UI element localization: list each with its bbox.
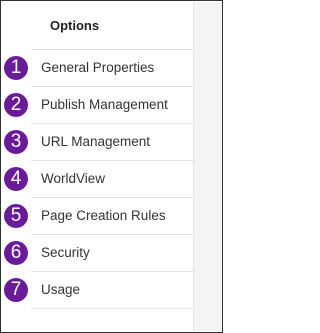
step-badge: 4 bbox=[4, 167, 28, 191]
step-badge: 2 bbox=[4, 93, 28, 117]
menu-item-label: Page Creation Rules bbox=[41, 208, 166, 223]
menu-item-page-creation-rules[interactable]: Page Creation Rules bbox=[31, 198, 193, 235]
menu-item-url-management[interactable]: URL Management bbox=[31, 124, 193, 161]
menu-item-label: URL Management bbox=[41, 134, 151, 149]
options-window: Options General Properties Publish Manag… bbox=[0, 0, 223, 333]
menu-item-usage[interactable]: Usage bbox=[31, 272, 193, 309]
menu-item-label: WorldView bbox=[41, 171, 106, 186]
options-header: Options bbox=[31, 2, 193, 50]
step-badge: 7 bbox=[4, 278, 28, 302]
menu-item-label: Usage bbox=[41, 282, 81, 297]
menu-item-label: Security bbox=[41, 245, 90, 260]
options-title: Options bbox=[50, 18, 100, 33]
menu-item-security[interactable]: Security bbox=[31, 235, 193, 272]
menu-item-worldview[interactable]: WorldView bbox=[31, 161, 193, 198]
menu-item-label: Publish Management bbox=[41, 97, 168, 112]
step-badge: 1 bbox=[4, 56, 28, 80]
options-panel: Options General Properties Publish Manag… bbox=[31, 2, 194, 331]
step-badge: 3 bbox=[4, 130, 28, 154]
menu-item-publish-management[interactable]: Publish Management bbox=[31, 87, 193, 124]
step-badge: 6 bbox=[4, 241, 28, 265]
step-badge: 5 bbox=[4, 204, 28, 228]
menu-item-general-properties[interactable]: General Properties bbox=[31, 50, 193, 87]
menu-item-label: General Properties bbox=[41, 60, 155, 75]
right-empty-area bbox=[194, 2, 222, 331]
